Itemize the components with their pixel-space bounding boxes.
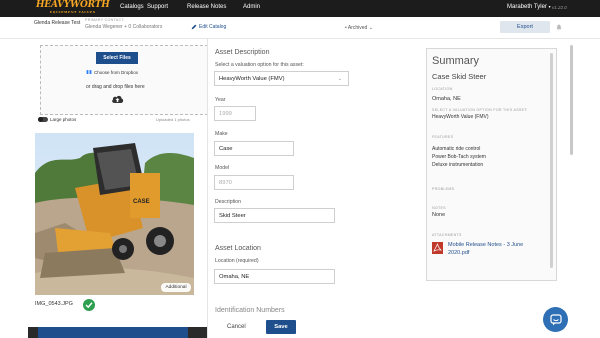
dropbox-button[interactable]: Choose from Dropbox	[86, 70, 138, 75]
save-button[interactable]: Save	[266, 320, 296, 334]
summary-features-caption: FEATURES	[432, 135, 454, 139]
dropbox-label: Choose from Dropbox	[94, 70, 139, 75]
export-button[interactable]: Export	[500, 21, 550, 33]
summary-location-caption: LOCATION	[432, 87, 453, 91]
uploaded-count: Uploaded 1 photos	[156, 117, 190, 122]
bell-icon[interactable]	[556, 24, 562, 31]
summary-features-list: Automatic ride control Power Bob-Tach sy…	[432, 145, 486, 169]
summary-attachments-caption: ATTACHMENTS	[432, 233, 462, 237]
asset-photo[interactable]: CASE	[35, 133, 194, 295]
catalog-name: Glenda Release Test	[34, 20, 81, 26]
identification-heading: Identification Numbers	[215, 307, 285, 314]
drag-drop-text: or drag and drop files here	[86, 84, 145, 90]
summary-problems-caption: PROBLEMS	[432, 187, 455, 191]
select-files-button[interactable]: Select Files	[96, 52, 138, 64]
status-label: Archived	[347, 25, 368, 31]
nav-release-notes[interactable]: Release Notes	[187, 4, 226, 10]
summary-notes-caption: NOTES	[432, 206, 446, 210]
asset-location-heading: Asset Location	[215, 245, 261, 252]
pdf-icon	[432, 242, 443, 254]
svg-text:CASE: CASE	[133, 199, 150, 205]
valuation-label: Select a valuation option for this asset…	[215, 62, 304, 68]
panel-divider	[207, 39, 208, 338]
asset-description-heading: Asset Description	[215, 49, 270, 56]
description-label: Description	[215, 199, 241, 205]
summary-heading: Summary	[432, 55, 480, 67]
valuation-select[interactable]: HeavyWorth Value (FMV) ⌄	[214, 71, 349, 86]
user-menu[interactable]: Marabeth Tyler ▾	[507, 4, 551, 10]
progress-bar	[38, 327, 188, 338]
feature-item: Automatic ride control	[432, 146, 481, 152]
feature-item: Power Bob-Tach system	[432, 154, 486, 160]
summary-asset-name: Case Skid Steer	[432, 72, 487, 81]
feature-item: Deluxe instrumentation	[432, 162, 484, 168]
nav-admin[interactable]: Admin	[243, 4, 260, 10]
nav-support[interactable]: Support	[147, 4, 168, 10]
large-photos-toggle[interactable]	[38, 117, 48, 122]
chat-icon	[549, 313, 562, 325]
location-input[interactable]: Omaha, NE	[214, 269, 335, 284]
edit-catalog-link[interactable]: Edit Catalog	[191, 24, 226, 30]
nav-catalogs[interactable]: Catalogs	[120, 4, 144, 10]
large-photos-label: Large photos	[50, 117, 77, 122]
pencil-icon	[191, 24, 197, 30]
edit-catalog-label: Edit Catalog	[199, 24, 227, 30]
valuation-selected: HeavyWorth Value (FMV)	[219, 75, 285, 82]
attachment-link[interactable]: Mobile Release Notes - 3 June 2020.pdf	[448, 241, 523, 257]
summary-notes: None	[432, 212, 446, 218]
chevron-down-icon: ⌄	[337, 76, 342, 82]
app-version: v1.22.0	[552, 5, 567, 10]
attachment-name-line1: Mobile Release Notes - 3 June	[448, 242, 524, 248]
status-dropdown[interactable]: • Archived ⌄	[345, 25, 373, 31]
chat-button[interactable]	[543, 307, 568, 332]
status-bar	[28, 327, 207, 338]
top-nav: HEAVYWORTH EQUIPMENT VALUES Catalogs Sup…	[0, 0, 600, 17]
summary-valuation: HeavyWorth Value (FMV)	[432, 114, 489, 120]
make-label: Make	[215, 131, 228, 137]
page-scrollbar[interactable]	[570, 45, 573, 155]
logo-text: HEAVYWORTH	[36, 0, 110, 10]
year-input[interactable]: 1999	[214, 106, 256, 121]
logo-subtext: EQUIPMENT VALUES	[49, 10, 96, 14]
attachment-name-line2: 2020.pdf	[448, 250, 470, 256]
catalog-header: Glenda Release Test PRIMARY CONTACT: Gle…	[0, 17, 600, 39]
model-input[interactable]: 8970	[214, 175, 294, 190]
skid-steer-image: CASE	[35, 133, 194, 295]
check-circle-icon	[83, 299, 95, 311]
image-filename: IMG_0543.JPG	[35, 301, 73, 307]
model-label: Model	[215, 165, 230, 171]
year-label: Year	[215, 97, 226, 103]
user-name: Marabeth Tyler	[507, 4, 547, 10]
description-input[interactable]: Skid Steer	[214, 208, 335, 223]
summary-location: Omaha, NE	[432, 96, 461, 102]
summary-scrollbar[interactable]	[550, 53, 553, 268]
make-input[interactable]: Case	[214, 141, 294, 156]
cancel-button[interactable]: Cancel	[227, 324, 246, 330]
primary-contact-label: PRIMARY CONTACT:	[85, 18, 125, 22]
cloud-upload-icon	[112, 95, 124, 103]
brand-logo[interactable]: HEAVYWORTH EQUIPMENT VALUES	[36, 0, 110, 15]
photo-tag-badge[interactable]: Additional	[161, 283, 191, 292]
primary-contact-value: Glenda Wegener + 0 Collaborators	[85, 24, 163, 30]
location-label: Location (required)	[215, 258, 259, 264]
dropbox-icon	[86, 70, 92, 74]
summary-valuation-caption: SELECT A VALUATION OPTION FOR THIS ASSET…	[432, 108, 528, 112]
